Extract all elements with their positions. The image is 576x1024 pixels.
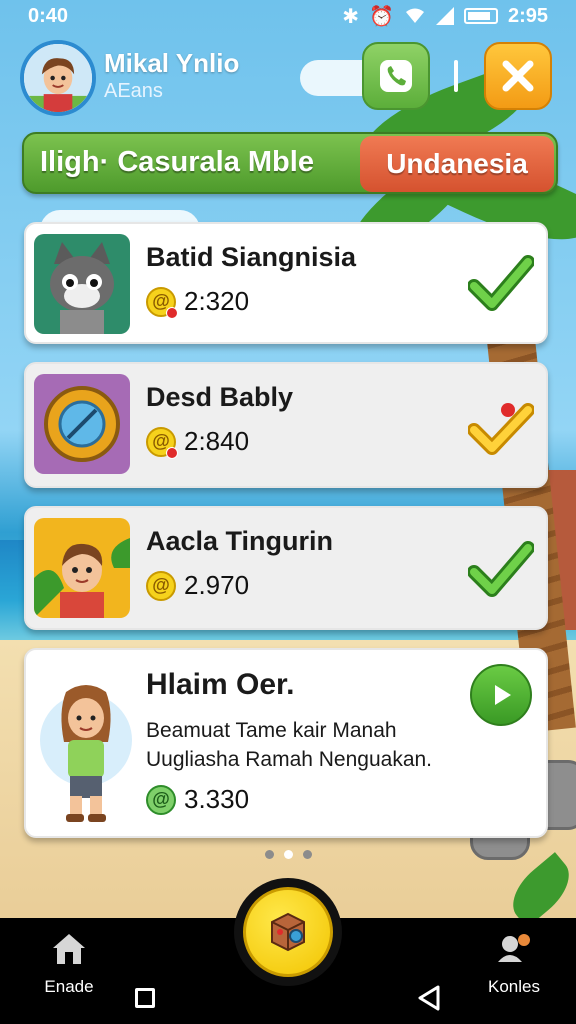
user-name: Mikal Ynlio <box>104 48 240 78</box>
list-item[interactable]: Desd Bably @ 2:840 <box>24 362 548 488</box>
compass-thumbnail <box>34 374 130 474</box>
header-divider <box>454 60 458 92</box>
status-bar: 0:40 ✱ ⏰ 2:95 <box>0 0 576 32</box>
check-icon[interactable] <box>468 250 534 316</box>
close-button[interactable] <box>484 42 552 110</box>
boy-thumbnail <box>34 518 130 618</box>
signal-icon <box>435 7 454 25</box>
recents-button[interactable] <box>135 988 155 1008</box>
card-title: Batid Siangnisia <box>146 242 357 272</box>
nav-home-label: Enade <box>44 977 94 996</box>
coin-row: @ 2:840 <box>146 426 250 459</box>
coin-icon: @ <box>146 426 178 459</box>
featured-card[interactable]: Hlaim Oer. Beamuat Tame kair Manah Uugli… <box>24 648 548 838</box>
card-title: Aacla Tingurin <box>146 526 334 556</box>
home-icon <box>53 934 85 964</box>
banner-title: Iligh· Casurala Mble <box>40 146 314 178</box>
coin-value: 2:320 <box>184 286 250 316</box>
wifi-icon <box>405 8 424 23</box>
coin-value: 2:840 <box>184 426 250 456</box>
phone-icon <box>380 60 412 92</box>
coin-icon: @ <box>146 286 178 319</box>
coin-row: @ 3.330 <box>146 784 249 815</box>
featured-title: Hlaim Oer. <box>146 668 295 701</box>
page-dot[interactable] <box>264 850 274 859</box>
call-button[interactable] <box>362 42 430 110</box>
coin-value: 2.970 <box>184 570 250 600</box>
page-dot-active[interactable] <box>283 850 293 859</box>
bluetooth-icon: ✱ <box>342 5 360 28</box>
profile-header: Mikal Ynlio AEans <box>20 40 556 116</box>
battery-icon <box>463 8 498 24</box>
list-item[interactable]: Aacla Tingurin @ 2.970 <box>24 506 548 630</box>
people-icon <box>498 934 530 962</box>
bottom-navigation: Enade Konles <box>0 878 576 1024</box>
check-icon[interactable] <box>468 394 534 460</box>
close-icon <box>502 60 534 92</box>
region-tag-button[interactable]: Undanesia <box>360 136 554 192</box>
alarm-icon: ⏰ <box>369 5 394 28</box>
page-dot[interactable] <box>302 850 312 859</box>
coin-icon: @ <box>146 570 176 601</box>
card-title: Desd Bably <box>146 382 294 412</box>
coin-icon: @ <box>146 784 176 815</box>
nav-home[interactable]: Enade <box>34 930 104 997</box>
nav-profiles-label: Konles <box>488 977 540 996</box>
play-button[interactable] <box>470 664 532 726</box>
girl-illustration <box>36 672 136 822</box>
page-indicator <box>0 850 576 859</box>
user-subtitle: AEans <box>104 80 163 102</box>
category-banner[interactable]: Iligh· Casurala Mble Undanesia <box>22 132 558 194</box>
check-icon[interactable] <box>468 536 534 602</box>
coin-row: @ 2.970 <box>146 570 249 601</box>
coin-row: @ 2:320 <box>146 286 250 319</box>
status-clock: 2:95 <box>507 4 548 27</box>
featured-description: Beamuat Tame kair Manah Uugliasha Ramah … <box>146 719 433 771</box>
nav-profiles[interactable]: Konles <box>474 930 554 997</box>
list-item[interactable]: Batid Siangnisia @ 2:320 <box>24 222 548 344</box>
back-icon[interactable] <box>416 984 442 1012</box>
avatar[interactable] <box>20 40 96 116</box>
cat-thumbnail <box>34 234 130 334</box>
box-icon <box>271 912 305 952</box>
coin-value: 3.330 <box>184 784 250 814</box>
play-icon <box>495 685 511 705</box>
status-time: 0:40 <box>28 4 69 27</box>
main-action-button[interactable] <box>234 878 342 986</box>
